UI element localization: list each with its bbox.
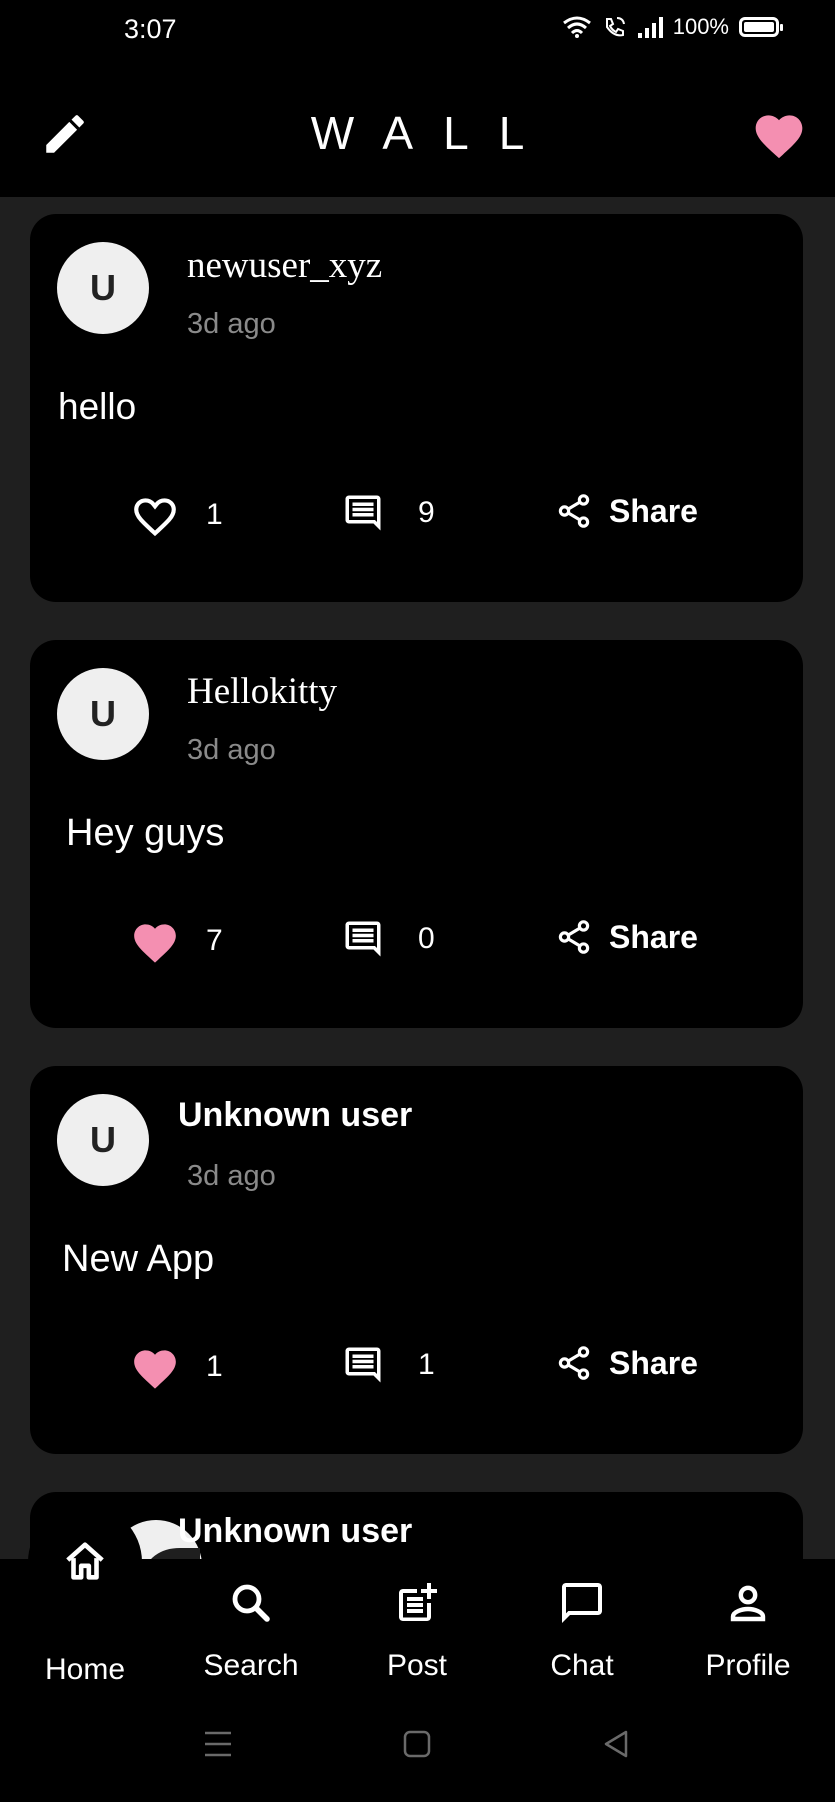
share-label: Share <box>609 492 698 529</box>
comment-button[interactable]: 0 <box>342 918 435 960</box>
nav-home-label: Home <box>44 1653 126 1686</box>
back-icon[interactable] <box>602 1730 630 1758</box>
post-text: Hey guys <box>66 812 225 854</box>
like-count: 1 <box>206 1350 223 1383</box>
post-add-icon <box>399 1583 437 1621</box>
status-icons: 100% <box>562 14 783 40</box>
share-label: Share <box>609 918 698 955</box>
wifi-icon <box>562 16 591 38</box>
comment-button[interactable]: 1 <box>342 1344 435 1386</box>
share-icon <box>558 920 590 954</box>
favorites-button[interactable] <box>751 108 807 160</box>
wifi-calling-icon <box>605 17 625 37</box>
status-time: 3:07 <box>124 14 177 44</box>
post-card: U newuser_xyz 3d ago hello 1 9 Share <box>30 214 803 602</box>
nav-profile-label: Profile <box>705 1649 791 1682</box>
page-title: WALL <box>310 107 555 159</box>
share-label: Share <box>609 1344 698 1381</box>
post-actions: 7 0 Share <box>30 918 803 968</box>
post-username[interactable]: Unknown user <box>178 1096 412 1135</box>
post-card: U Unknown user 3d ago New App 1 1 Share <box>30 1066 803 1454</box>
avatar[interactable]: U <box>57 242 149 334</box>
share-icon <box>558 494 590 528</box>
like-count: 1 <box>206 498 223 531</box>
post-timestamp: 3d ago <box>187 1160 276 1192</box>
post-text: New App <box>62 1238 215 1280</box>
like-count: 7 <box>206 924 223 957</box>
heart-filled-icon <box>134 924 176 963</box>
comment-count: 0 <box>418 922 435 955</box>
comment-icon <box>345 495 381 531</box>
recents-icon[interactable] <box>203 1730 233 1758</box>
avatar[interactable]: U <box>57 1094 149 1186</box>
heart-filled-icon <box>134 1350 176 1389</box>
like-button[interactable]: 1 <box>130 1344 223 1390</box>
heart-outline-icon <box>134 498 176 537</box>
share-icon <box>558 1346 590 1380</box>
home-system-icon[interactable] <box>403 1730 431 1758</box>
post-actions: 1 1 Share <box>30 1344 803 1394</box>
signal-icon <box>637 16 663 38</box>
post-username[interactable]: Hellokitty <box>187 670 337 713</box>
post-username[interactable]: Unknown user <box>178 1512 412 1551</box>
share-button[interactable]: Share <box>555 1344 698 1382</box>
home-icon <box>66 1542 104 1580</box>
like-button[interactable]: 7 <box>130 918 223 964</box>
app-header: WALL <box>0 64 835 197</box>
share-button[interactable]: Share <box>555 492 698 530</box>
battery-percent: 100% <box>672 14 729 39</box>
home-button[interactable] <box>28 1505 142 1619</box>
post-timestamp: 3d ago <box>187 308 276 340</box>
nav-chat-label: Chat <box>550 1649 614 1682</box>
like-button[interactable]: 1 <box>130 492 223 538</box>
nav-post-label: Post <box>386 1649 448 1682</box>
nav-profile[interactable]: Profile <box>678 1579 818 1683</box>
comment-icon <box>345 921 381 957</box>
profile-icon <box>730 1585 766 1622</box>
nav-post[interactable]: Post <box>347 1579 487 1683</box>
comment-button[interactable]: 9 <box>342 492 435 534</box>
feed[interactable]: U newuser_xyz 3d ago hello 1 9 Share U H… <box>0 197 835 1559</box>
status-bar: 3:07 100% <box>0 0 835 64</box>
heart-icon <box>755 115 803 159</box>
nav-search-label: Search <box>203 1649 299 1682</box>
comment-count: 9 <box>418 496 435 529</box>
post-timestamp: 3d ago <box>187 734 276 766</box>
post-username[interactable]: newuser_xyz <box>187 244 382 287</box>
battery-icon <box>739 17 783 37</box>
avatar[interactable]: U <box>57 668 149 760</box>
share-button[interactable]: Share <box>555 918 698 956</box>
post-actions: 1 9 Share <box>30 492 803 542</box>
nav-chat[interactable]: Chat <box>512 1579 652 1683</box>
comment-count: 1 <box>418 1348 435 1381</box>
nav-search[interactable]: Search <box>181 1579 321 1683</box>
post-text: hello <box>58 386 137 427</box>
search-icon <box>232 1584 270 1622</box>
comment-icon <box>345 1347 381 1383</box>
system-nav-bar <box>0 1692 835 1802</box>
chat-icon <box>562 1583 602 1623</box>
post-card: U Hellokitty 3d ago Hey guys 7 0 Share <box>30 640 803 1028</box>
